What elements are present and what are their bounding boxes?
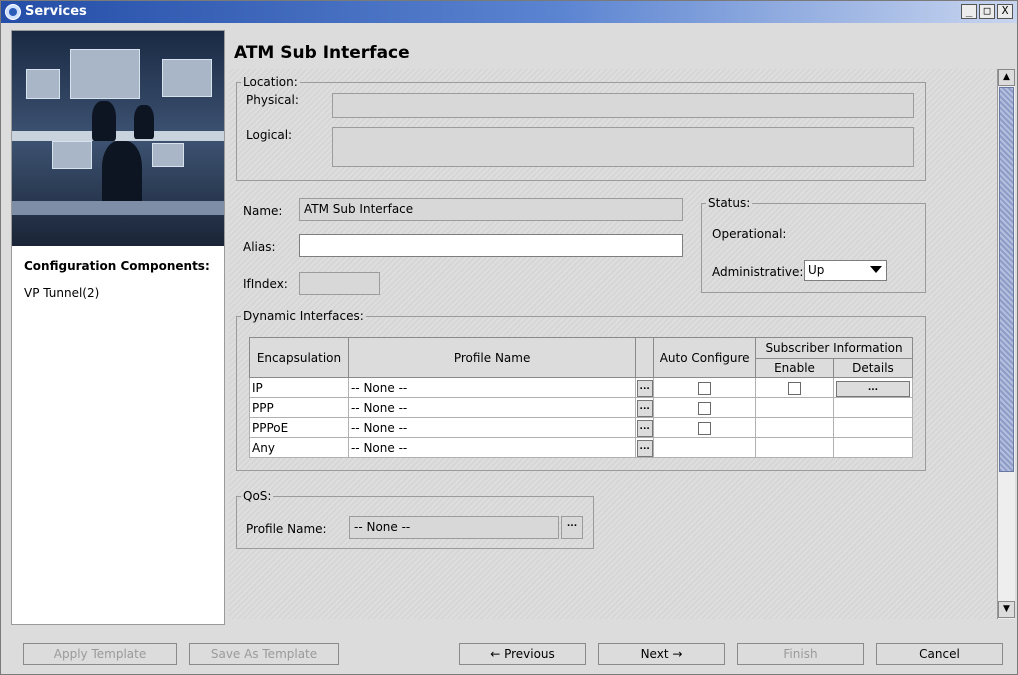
scroll-down-button[interactable]: ▼ [998,601,1015,618]
operational-label: Operational: [712,227,787,241]
next-label: Next [640,647,669,661]
minimize-button[interactable]: _ [961,4,977,19]
encapsulation-cell: Any [249,437,349,458]
encapsulation-cell: PPPoE [249,417,349,438]
logical-field [332,127,914,167]
administrative-selected: Up [808,263,825,277]
header-enable: Enable [755,358,834,378]
encapsulation-cell: PPP [249,397,349,418]
save-as-template-button[interactable]: Save As Template [189,643,339,665]
close-button[interactable]: X [997,4,1013,19]
dropdown-arrow-icon [870,266,882,273]
status-legend: Status: [708,196,751,210]
previous-button[interactable]: ← Previous [459,643,586,665]
auto-configure-checkbox[interactable] [698,381,712,395]
profile-cell: -- None -- [347,397,637,418]
table-row: Any -- None -- ... [249,437,914,458]
scroll-thumb[interactable] [999,87,1014,472]
qos-profile-field: -- None -- [349,516,559,539]
physical-field [332,93,914,118]
header-profile-name: Profile Name [347,337,637,378]
app-icon [5,4,21,20]
left-pane: Configuration Components: VP Tunnel(2) [11,30,225,625]
window-controls: _ □ X [961,4,1013,19]
main-content: Location: Physical: Logical: Name: ATM S… [229,69,997,619]
page-title: ATM Sub Interface [234,43,410,63]
banner-image [12,31,224,246]
config-item-vp-tunnel[interactable]: VP Tunnel(2) [24,286,99,300]
button-bar: Apply Template Save As Template ← Previo… [1,631,1017,671]
ifindex-label: IfIndex: [243,277,288,291]
encapsulation-cell: IP [249,377,349,398]
qos-legend: QoS: [243,489,272,503]
name-label: Name: [243,204,283,218]
profile-browse-button[interactable]: ... [636,440,653,457]
config-components-title: Configuration Components: [24,259,210,273]
profile-browse-button[interactable]: ... [636,400,653,417]
profile-cell: -- None -- [347,437,637,458]
left-arrow-icon: ← [490,647,501,661]
administrative-label: Administrative: [712,265,804,279]
alias-label: Alias: [243,240,276,254]
header-auto-configure: Auto Configure [653,337,757,378]
scroll-up-button[interactable]: ▲ [998,69,1015,86]
location-legend: Location: [243,75,298,89]
table-row: IP -- None -- ... ... [249,377,914,398]
header-encapsulation: Encapsulation [249,337,349,378]
table-row: PPPoE -- None -- ... [249,417,914,438]
name-field: ATM Sub Interface [299,198,683,221]
maximize-button[interactable]: □ [979,4,995,19]
title-bar: Services _ □ X [1,1,1017,23]
finish-button[interactable]: Finish [737,643,864,665]
profile-browse-button[interactable]: ... [636,380,653,397]
auto-configure-checkbox[interactable] [698,401,712,415]
logical-label: Logical: [246,128,293,142]
vertical-scrollbar[interactable]: ▲ ▼ [997,69,1015,619]
next-button[interactable]: Next → [598,643,725,665]
qos-profile-browse-button[interactable]: ... [561,516,583,539]
table-row: PPP -- None -- ... [249,397,914,418]
enable-checkbox[interactable] [788,381,801,395]
profile-cell: -- None -- [347,417,637,438]
apply-template-button[interactable]: Apply Template [23,643,177,665]
header-subscriber-information: Subscriber Information [755,337,913,359]
qos-profile-label: Profile Name: [246,522,327,536]
ifindex-field [299,272,380,295]
header-details: Details [832,358,914,378]
services-window: Services _ □ X Configuration Components:… [0,0,1018,675]
header-profile-button [635,337,655,378]
dynamic-interfaces-table: Encapsulation Profile Name Auto Configur… [249,337,914,458]
physical-label: Physical: [246,93,299,107]
profile-browse-button[interactable]: ... [636,420,653,437]
right-arrow-icon: → [672,647,683,661]
window-title: Services [25,4,87,19]
auto-configure-checkbox[interactable] [698,421,712,435]
details-button[interactable]: ... [835,380,910,397]
cancel-button[interactable]: Cancel [876,643,1003,665]
profile-cell: -- None -- [347,377,637,398]
alias-input[interactable] [299,234,683,257]
previous-label: Previous [504,647,555,661]
administrative-select[interactable]: Up [804,260,887,281]
dynamic-interfaces-legend: Dynamic Interfaces: [243,309,364,323]
